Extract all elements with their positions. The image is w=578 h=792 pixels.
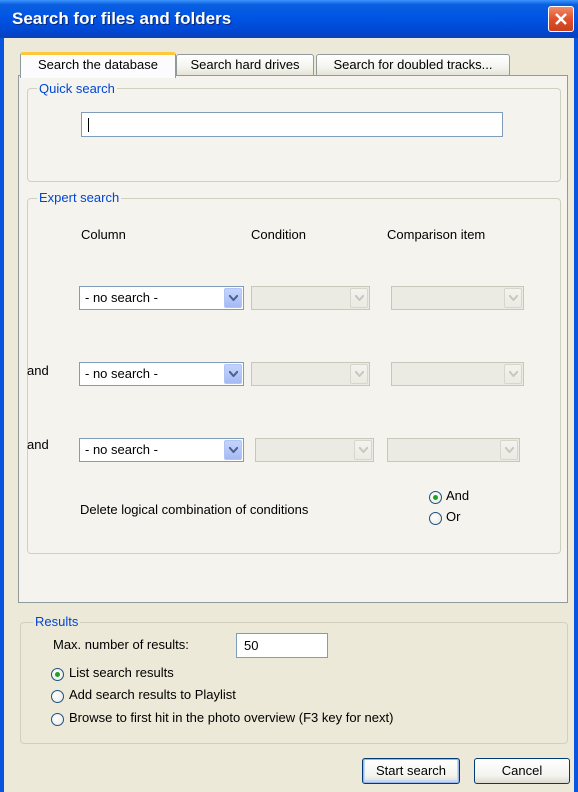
comparison-select-3[interactable] bbox=[387, 438, 520, 462]
title-bar: Search for files and folders bbox=[0, 0, 578, 38]
dropdown-arrow-icon[interactable] bbox=[350, 364, 368, 384]
and-radio[interactable] bbox=[429, 491, 442, 504]
max-results-value: 50 bbox=[244, 638, 259, 653]
dropdown-arrow-icon[interactable] bbox=[350, 288, 368, 308]
condition-select-2[interactable] bbox=[251, 362, 370, 386]
row-connector-and: and bbox=[27, 437, 49, 452]
quick-search-input[interactable] bbox=[81, 112, 503, 137]
column-select-value: - no search - bbox=[85, 290, 158, 305]
or-radio-label[interactable]: Or bbox=[446, 509, 460, 524]
comparison-header: Comparison item bbox=[387, 227, 486, 242]
column-select-3[interactable]: - no search - bbox=[79, 438, 244, 462]
condition-header: Condition bbox=[251, 227, 306, 242]
column-select-value: - no search - bbox=[85, 442, 158, 457]
browse-photo-radio[interactable] bbox=[51, 713, 64, 726]
tab-search-database[interactable]: Search the database bbox=[20, 52, 176, 78]
window-frame-right bbox=[574, 38, 578, 792]
dropdown-arrow-icon[interactable] bbox=[224, 440, 242, 460]
list-results-radio[interactable] bbox=[51, 668, 64, 681]
close-button[interactable] bbox=[548, 6, 574, 32]
max-results-label: Max. number of results: bbox=[53, 637, 189, 652]
results-legend: Results bbox=[33, 614, 81, 629]
dropdown-arrow-icon[interactable] bbox=[504, 364, 522, 384]
column-select-value: - no search - bbox=[85, 366, 158, 381]
dropdown-arrow-icon[interactable] bbox=[500, 440, 518, 460]
row-connector-and: and bbox=[27, 363, 49, 378]
column-header: Column bbox=[81, 227, 126, 242]
close-icon bbox=[555, 13, 567, 25]
tab-search-doubled-tracks[interactable]: Search for doubled tracks... bbox=[316, 54, 510, 76]
or-radio[interactable] bbox=[429, 512, 442, 525]
text-caret bbox=[88, 118, 89, 132]
cancel-button[interactable]: Cancel bbox=[474, 758, 570, 784]
dropdown-arrow-icon[interactable] bbox=[224, 364, 242, 384]
quick-search-legend: Quick search bbox=[37, 81, 117, 96]
expert-search-legend: Expert search bbox=[37, 190, 122, 205]
window-title: Search for files and folders bbox=[12, 9, 232, 28]
max-results-input[interactable]: 50 bbox=[236, 633, 328, 658]
window-frame-left bbox=[0, 38, 4, 792]
comparison-select-2[interactable] bbox=[391, 362, 524, 386]
comparison-select-1[interactable] bbox=[391, 286, 524, 310]
tab-panel: Quick search Expert search Column Condit… bbox=[18, 75, 568, 603]
browse-photo-label[interactable]: Browse to first hit in the photo overvie… bbox=[69, 710, 393, 725]
condition-select-1[interactable] bbox=[251, 286, 370, 310]
dropdown-arrow-icon[interactable] bbox=[504, 288, 522, 308]
start-search-button[interactable]: Start search bbox=[362, 758, 460, 784]
list-results-label[interactable]: List search results bbox=[69, 665, 174, 680]
condition-select-3[interactable] bbox=[255, 438, 374, 462]
column-select-1[interactable]: - no search - bbox=[79, 286, 244, 310]
tab-search-hard-drives[interactable]: Search hard drives bbox=[176, 54, 314, 76]
dropdown-arrow-icon[interactable] bbox=[354, 440, 372, 460]
add-to-playlist-label[interactable]: Add search results to Playlist bbox=[69, 687, 236, 702]
add-to-playlist-radio[interactable] bbox=[51, 690, 64, 703]
and-radio-label[interactable]: And bbox=[446, 488, 469, 503]
column-select-2[interactable]: - no search - bbox=[79, 362, 244, 386]
logic-label: Delete logical combination of conditions bbox=[80, 502, 309, 517]
dropdown-arrow-icon[interactable] bbox=[224, 288, 242, 308]
